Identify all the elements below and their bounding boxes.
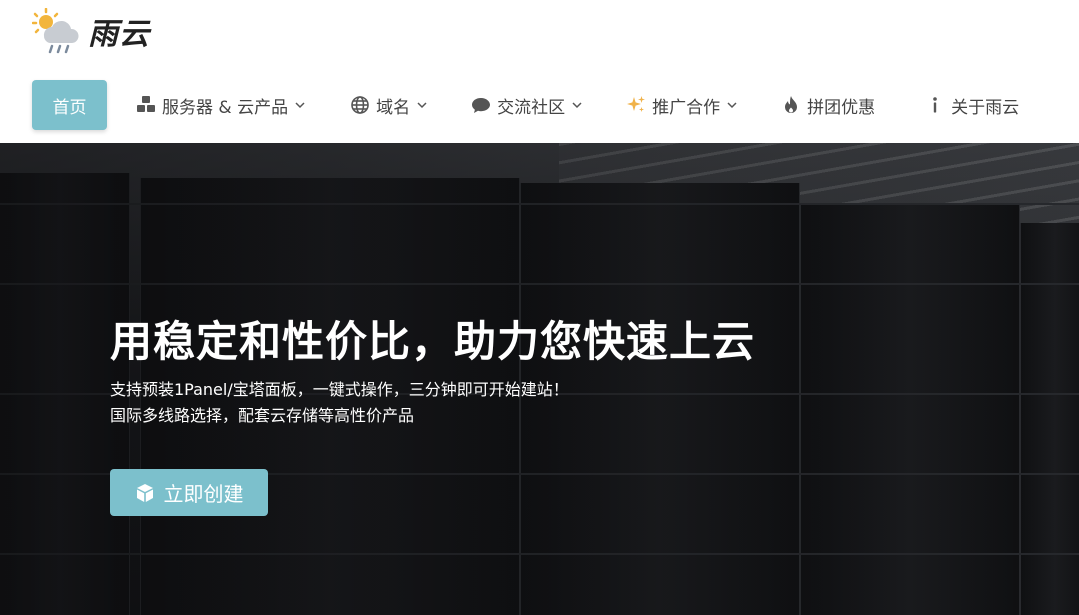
create-now-button[interactable]: 立即创建 — [110, 469, 268, 516]
hero-title: 用稳定和性价比，助力您快速上云 — [110, 317, 756, 366]
globe-icon — [350, 95, 370, 115]
nav-item-group-deals[interactable]: 拼团优惠 — [781, 80, 875, 130]
nav-item-promotion[interactable]: 推广合作 — [626, 80, 737, 130]
nav-item-label: 服务器 & 云产品 — [162, 97, 289, 118]
nav-item-label: 拼团优惠 — [807, 97, 876, 118]
brand-logo[interactable]: 雨云 — [31, 6, 150, 56]
cubes-icon — [136, 95, 156, 115]
nav-item-servers[interactable]: 服务器 & 云产品 — [136, 80, 305, 130]
hero-subtitle-line1: 支持预装1Panel/宝塔面板，一键式操作，三分钟即可开始建站！ — [110, 380, 569, 399]
chevron-down-icon — [417, 100, 427, 110]
weather-cloud-icon — [31, 7, 86, 54]
nav-item-label: 首页 — [52, 97, 87, 118]
nav-item-domains[interactable]: 域名 — [350, 80, 427, 130]
create-now-label: 立即创建 — [163, 482, 244, 506]
sparkles-icon — [626, 95, 646, 115]
site-header: 雨云 首页 服务器 & 云产品 域名 交流社区 推广合作 拼团优惠 关于雨云 — [0, 0, 1079, 143]
nav-item-label: 推广合作 — [652, 97, 721, 118]
nav-item-label: 域名 — [376, 97, 411, 118]
chevron-down-icon — [727, 100, 737, 110]
hero-banner: 用稳定和性价比，助力您快速上云 支持预装1Panel/宝塔面板，一键式操作，三分… — [0, 143, 1079, 615]
brand-name: 雨云 — [88, 17, 150, 52]
nav-item-about[interactable]: 关于雨云 — [925, 80, 1019, 130]
main-nav: 首页 服务器 & 云产品 域名 交流社区 推广合作 拼团优惠 关于雨云 — [32, 80, 1019, 130]
fire-icon — [781, 95, 801, 115]
chevron-down-icon — [572, 100, 582, 110]
hero-subtitle-line2: 国际多线路选择，配套云存储等高性价产品 — [110, 406, 415, 425]
nav-item-label: 关于雨云 — [951, 97, 1020, 118]
nav-item-community[interactable]: 交流社区 — [471, 80, 582, 130]
nav-item-home[interactable]: 首页 — [32, 80, 107, 130]
nav-item-label: 交流社区 — [497, 97, 566, 118]
chat-bubble-icon — [471, 95, 491, 115]
chevron-down-icon — [295, 100, 305, 110]
info-icon — [925, 95, 945, 115]
cube-icon — [135, 483, 155, 503]
